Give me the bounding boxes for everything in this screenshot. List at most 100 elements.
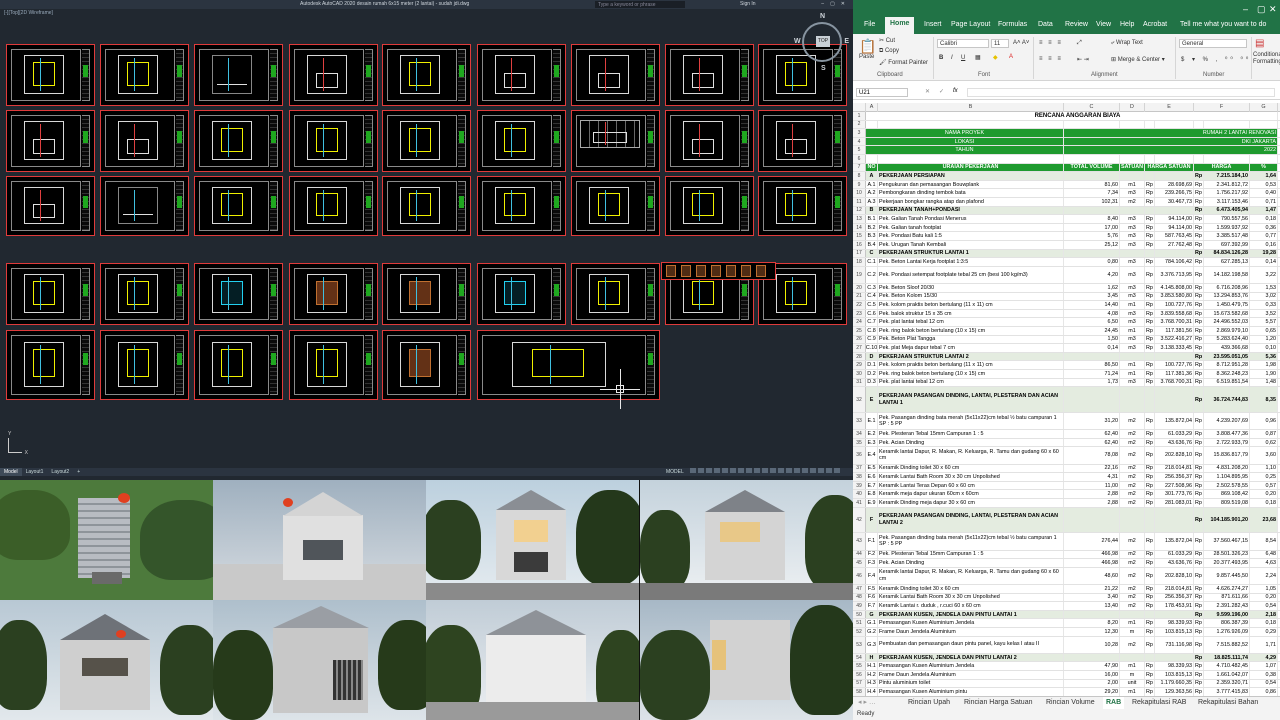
cell-d[interactable]: m1 (1120, 370, 1145, 378)
cell-e[interactable] (1155, 206, 1194, 215)
spreadsheet-grid[interactable]: A B C D E F G 1 RENCANA ANGGARAN BIAYA 2 3 N… (853, 103, 1280, 696)
cell-e[interactable] (1155, 120, 1194, 129)
row-number[interactable]: 18 (853, 258, 866, 266)
cell-f[interactable]: 7.515.882,52 (1204, 636, 1250, 653)
cell-b[interactable]: Keramik Lantai Teras Depan 60 x 60 cm (878, 481, 1064, 490)
cell-c[interactable]: DKI JAKARTA (1064, 137, 1278, 146)
italic-button[interactable]: I (951, 55, 953, 61)
cell-g[interactable]: 0,29 (1250, 628, 1278, 636)
drawing-sheet[interactable] (100, 263, 189, 325)
cell-rp2[interactable]: Rp (1194, 438, 1204, 447)
row-number[interactable]: 25 (853, 327, 866, 335)
cell-b[interactable]: Pek. Pondasi setempat footplate tebal 25… (878, 266, 1064, 283)
table-row[interactable]: 24 C.7 Pek. plat lantai tebal 12 cm 6,50 m3 R… (853, 318, 1280, 327)
cell-c[interactable]: 2,88 (1064, 499, 1120, 507)
cell-a[interactable]: D.2 (866, 370, 878, 378)
cell-a[interactable]: F.4 (866, 567, 878, 584)
row-number[interactable]: 12 (853, 206, 866, 215)
cell-d[interactable]: m2 (1120, 438, 1145, 447)
table-row[interactable]: 17 C PEKERJAAN STRUKTUR LANTAI 1 Rp 84.834.1… (853, 249, 1280, 259)
cell-b[interactable]: Pemasangan Kusen Aluminium pintu (878, 688, 1064, 696)
cell-b[interactable]: Pek. Plesteran Tebal 15mm Campuran 1 : 5 (878, 430, 1064, 438)
cell-c[interactable]: 5,76 (1064, 232, 1120, 240)
cell-d[interactable]: m3 (1120, 232, 1145, 240)
table-row[interactable]: 4 LOKASI DKI JAKARTA (853, 137, 1280, 147)
drawing-sheet[interactable] (665, 110, 754, 172)
cell-a[interactable]: C.6 (866, 309, 878, 318)
cell-g[interactable]: 0,62 (1250, 438, 1278, 447)
drawing-sheet[interactable] (100, 44, 189, 106)
drawing-sheet[interactable] (382, 110, 471, 172)
cell-rp[interactable]: Rp (1145, 232, 1155, 240)
cell-c[interactable] (1064, 249, 1120, 258)
cell-e[interactable]: 256.356,37 (1155, 593, 1194, 602)
cell-f[interactable]: 1.756.217,92 (1204, 189, 1250, 197)
cell-f[interactable]: 2.391.282,43 (1204, 602, 1250, 610)
cell-e[interactable]: 28.698,69 (1155, 180, 1194, 189)
cell-f[interactable]: 4.626.274,27 (1204, 585, 1250, 593)
table-row[interactable]: 25 C.8 Pek. ring balok beton bertulang (10… (853, 327, 1280, 336)
paste-icon[interactable]: 📋 (859, 38, 876, 55)
cell-d[interactable]: m2 (1120, 602, 1145, 610)
cell-c[interactable]: 13,40 (1064, 602, 1120, 610)
row-number[interactable]: 34 (853, 430, 866, 438)
cell-g[interactable]: % (1250, 163, 1278, 172)
cell-e[interactable]: 103.815,13 (1155, 628, 1194, 636)
cell-d[interactable]: m2 (1120, 593, 1145, 602)
cell-rp[interactable]: Rp (1145, 438, 1155, 447)
cell-a[interactable]: C.5 (866, 301, 878, 309)
cell-d[interactable]: m2 (1120, 447, 1145, 464)
cell-e[interactable]: 178.453,91 (1155, 602, 1194, 610)
cell-f[interactable]: 2.359.320,71 (1204, 679, 1250, 688)
cell-f[interactable]: 15.673.582,68 (1204, 309, 1250, 318)
orientation-icon[interactable]: ⤢ (1077, 40, 1082, 47)
table-row[interactable]: 9 A.1 Pengukuran dan pemasangan Bouwplank 8… (853, 180, 1280, 190)
row-number[interactable]: 7 (853, 163, 866, 172)
cell-d[interactable]: m2 (1120, 490, 1145, 498)
cell-rp2[interactable]: Rp (1194, 318, 1204, 326)
cell-b[interactable]: PEKERJAAN PASANGAN DINDING, LANTAI, PLES… (878, 387, 1064, 412)
cell-e[interactable]: 98.339,93 (1155, 662, 1194, 670)
cell-f[interactable]: 4.239.207,69 (1204, 413, 1250, 430)
cell-b[interactable]: Keramik lantai Dapur, R. Makan, R. Kelua… (878, 447, 1064, 464)
cell-b[interactable]: Pek. Plesteran Tebal 15mm Campuran 1 : 5 (878, 550, 1064, 559)
cell-f[interactable]: 439.366,68 (1204, 344, 1250, 352)
enter-icon[interactable]: ✓ (939, 88, 944, 95)
cell-g[interactable]: 0,18 (1250, 215, 1278, 223)
cell-c[interactable]: 62,40 (1064, 430, 1120, 438)
cell-rp2[interactable]: Rp (1194, 679, 1204, 688)
table-row[interactable]: 14 B.2 Pek. Galian tanah footplat 17,00 m3 Rp… (853, 223, 1280, 233)
cell-b[interactable] (878, 120, 1064, 129)
table-row[interactable]: 50 G PEKERJAAN KUSEN, JENDELA DAN PINTU LA… (853, 610, 1280, 620)
viewport-controls[interactable]: [-][Top][2D Wireframe] (0, 9, 57, 17)
drawing-sheet[interactable] (289, 110, 378, 172)
cell-c[interactable] (1064, 507, 1120, 533)
cell-f[interactable]: HARGA (1194, 163, 1250, 172)
cell-b[interactable]: Pemasangan Kusen Aluminium Jendela (878, 619, 1064, 627)
cell-c[interactable]: 21,22 (1064, 585, 1120, 593)
cell-d[interactable] (1120, 249, 1145, 258)
tab-review[interactable]: Review (1060, 18, 1093, 32)
cell-b[interactable]: PEKERJAAN KUSEN, JENDELA DAN PINTU LANTA… (878, 610, 1064, 619)
cell-e[interactable]: 117.381,56 (1155, 327, 1194, 335)
column-header-c[interactable]: C (1064, 103, 1120, 112)
viewcube-top[interactable]: TOP (816, 36, 830, 47)
cell-c[interactable]: 8,20 (1064, 619, 1120, 627)
cell-b[interactable]: Pek. Beton Lantai Kerja footplat 1:3:5 (878, 258, 1064, 266)
cell-g[interactable]: 0,87 (1250, 430, 1278, 438)
cell-rp[interactable]: Rp (1145, 430, 1155, 438)
cell-rp[interactable] (1145, 653, 1155, 662)
table-row[interactable]: 12 B PEKERJAAN TANAH+PONDASI Rp 6.473.405,94… (853, 206, 1280, 216)
cell-rp[interactable] (1145, 387, 1155, 412)
row-number[interactable]: 22 (853, 301, 866, 309)
cell-g[interactable]: 0,86 (1250, 688, 1278, 696)
cell-b[interactable]: Pek. Beton Plat Tangga (878, 335, 1064, 344)
cell-e[interactable]: 227.508,96 (1155, 481, 1194, 490)
row-number[interactable]: 51 (853, 619, 866, 627)
cell-d[interactable]: m3 (1120, 309, 1145, 318)
cell-g[interactable]: 0,20 (1250, 490, 1278, 498)
cell-f[interactable]: 869.108,42 (1204, 490, 1250, 498)
cell-e[interactable]: 3.138.333,45 (1155, 344, 1194, 352)
cell-e[interactable]: 784.106,42 (1155, 258, 1194, 266)
cell-d[interactable] (1120, 352, 1145, 361)
